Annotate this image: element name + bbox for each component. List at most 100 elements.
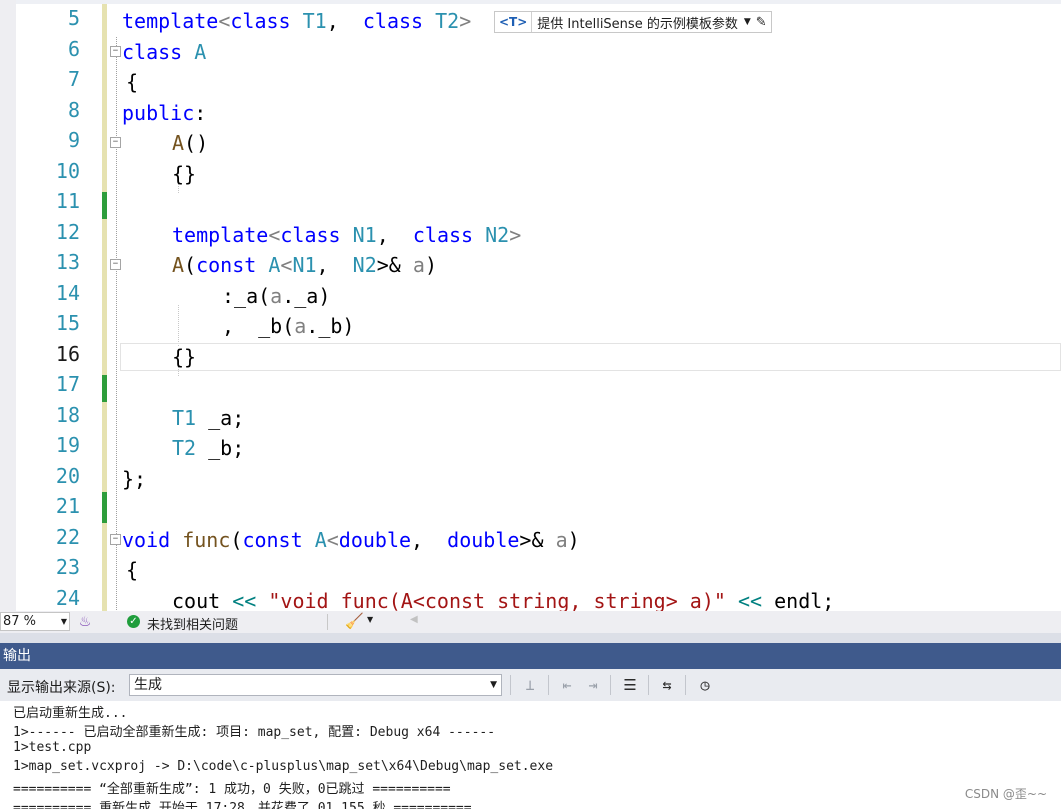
previous-message-icon[interactable]: ⇤ xyxy=(556,674,578,696)
output-line: ========== 重新生成 开始于 17:28，并花费了 01.155 秒 … xyxy=(13,801,472,809)
code-line: { xyxy=(122,67,138,97)
next-message-icon[interactable]: ⇥ xyxy=(582,674,604,696)
code-line: T1 _a; xyxy=(122,403,244,433)
code-token: > xyxy=(509,222,522,247)
line-number: 6 xyxy=(67,36,80,61)
chevron-down-icon[interactable]: ▼ xyxy=(744,17,756,27)
clock-icon[interactable]: ◷ xyxy=(694,674,716,696)
clear-all-icon[interactable]: ☰ xyxy=(619,674,641,696)
zoom-value: 87 % xyxy=(3,614,37,629)
collapse-icon[interactable]: − xyxy=(110,533,121,545)
code-line: public: xyxy=(122,98,206,128)
line-number: 17 xyxy=(55,372,80,396)
code-token: N2 xyxy=(485,222,510,247)
editor-left-margin xyxy=(0,0,16,611)
pencil-icon[interactable]: ✎ xyxy=(756,15,767,30)
code-token: , _b( xyxy=(222,314,295,338)
line-number: 24 xyxy=(55,585,80,610)
code-token: template xyxy=(172,222,269,247)
code-token: a xyxy=(294,314,307,338)
code-token: endl xyxy=(774,588,823,612)
code-token: {} xyxy=(172,161,197,186)
code-line: A(const A<N1, N2>& a) xyxy=(122,250,437,280)
code-token: A xyxy=(172,131,185,155)
divider xyxy=(610,675,611,695)
code-line: cout << "void func(A<const string, strin… xyxy=(122,586,834,612)
code-token: }; xyxy=(122,466,147,491)
code-token: { xyxy=(126,558,139,582)
saved-change-marker xyxy=(102,192,107,219)
code-line: {} xyxy=(122,159,196,189)
output-line: 1>test.cpp xyxy=(13,740,92,755)
code-token: class xyxy=(280,222,341,247)
code-token: { xyxy=(126,70,139,94)
code-line: { xyxy=(122,555,138,585)
code-token: N1 xyxy=(292,253,317,277)
code-token: ) xyxy=(567,527,580,552)
code-token: _b; xyxy=(196,436,245,460)
code-token: , xyxy=(326,9,363,33)
issues-status[interactable]: 未找到相关问题 xyxy=(147,614,238,633)
output-line: ========== “全部重新生成”: 1 成功，0 失败，0已跳过 ====… xyxy=(13,782,451,797)
code-token: , xyxy=(316,253,353,277)
line-number: 7 xyxy=(67,67,80,91)
code-cleanup-icon[interactable]: 🧹 xyxy=(345,612,364,630)
health-icon[interactable]: ♨ xyxy=(76,613,94,631)
panel-splitter[interactable] xyxy=(0,633,1061,643)
code-token: A xyxy=(314,527,327,552)
output-line: 已启动重新生成... xyxy=(13,706,128,721)
code-token: a xyxy=(412,253,425,277)
line-number: 19 xyxy=(55,433,80,457)
line-number: 23 xyxy=(55,555,80,579)
code-token: double xyxy=(338,527,412,552)
collapse-icon[interactable]: − xyxy=(110,259,121,270)
code-token: << xyxy=(737,588,763,612)
line-number: 11 xyxy=(55,189,80,213)
line-number: 15 xyxy=(55,311,80,335)
output-line: 1>map_set.vcxproj -> D:\code\c-plusplus\… xyxy=(13,759,554,774)
chevron-down-icon: ▼ xyxy=(490,680,497,690)
output-line: 1>------ 已启动全部重新生成: 项目: map_set, 配置: Deb… xyxy=(13,725,496,740)
divider xyxy=(648,675,649,695)
collapse-icon[interactable]: − xyxy=(110,45,121,57)
code-token: class xyxy=(230,9,291,33)
code-line: }; xyxy=(122,464,146,494)
divider xyxy=(685,675,686,695)
code-token: ._b) xyxy=(306,314,355,338)
code-token: T2 xyxy=(172,436,197,460)
code-token: >& xyxy=(519,527,544,552)
code-token: {} xyxy=(172,344,197,369)
chevron-down-icon[interactable]: ▼ xyxy=(367,615,373,624)
output-source-label: 显示输出来源(S): xyxy=(7,680,116,696)
code-line: , _b(a._b) xyxy=(122,311,354,341)
intellisense-template-hint[interactable]: <T> 提供 IntelliSense 的示例模板参数 ▼ ✎ xyxy=(494,11,772,33)
code-token: : xyxy=(194,100,207,125)
word-wrap-icon[interactable]: ⇆ xyxy=(656,674,678,696)
output-toolbar: 显示输出来源(S): 生成 ▼ ⊥ ⇤ ⇥ ☰ ⇆ ◷ xyxy=(0,669,1061,701)
output-source-select[interactable]: 生成 ▼ xyxy=(129,674,502,696)
code-editor[interactable]: 5 6 7 8 9 10 11 12 13 14 15 16 17 18 19 20 21 22 23 24 − − − −… xyxy=(0,0,1061,611)
code-token: , xyxy=(376,222,413,247)
unsaved-change-marker xyxy=(102,4,107,492)
code-token: ( xyxy=(230,527,243,552)
zoom-select[interactable]: 87 % ▼ xyxy=(0,612,70,631)
hint-label: 提供 IntelliSense 的示例模板参数 xyxy=(537,16,738,32)
check-icon: ✓ xyxy=(127,615,140,628)
line-number: 21 xyxy=(55,494,80,518)
scroll-left-icon[interactable]: ◀ xyxy=(410,614,418,625)
line-number: 10 xyxy=(55,158,80,183)
unsaved-change-marker xyxy=(102,522,107,611)
find-message-icon[interactable]: ⊥ xyxy=(519,674,541,696)
code-token: N2 xyxy=(352,253,377,277)
output-source-value: 生成 xyxy=(134,677,162,693)
code-token: T1 xyxy=(172,405,197,430)
output-text-area[interactable]: 已启动重新生成... 1>------ 已启动全部重新生成: 项目: map_se… xyxy=(0,701,1061,809)
code-token: , xyxy=(411,527,448,552)
code-line: A() xyxy=(122,128,208,158)
code-token: T2 xyxy=(435,9,460,33)
collapse-icon[interactable]: − xyxy=(110,137,121,148)
